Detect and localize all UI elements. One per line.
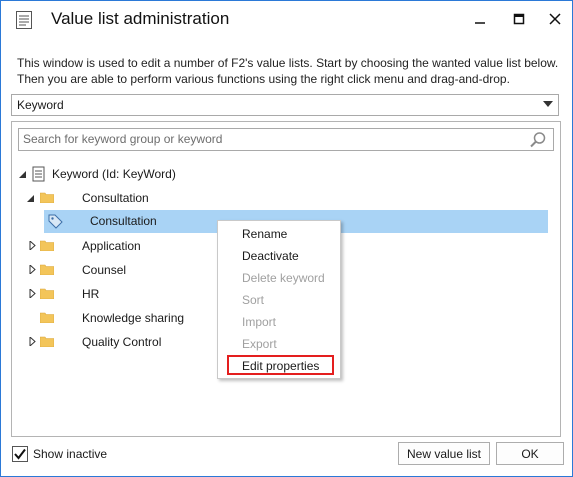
menu-item-export: Export (242, 337, 277, 351)
minimize-icon (475, 22, 485, 24)
intro-text: This window is used to edit a number of … (17, 55, 562, 87)
search-icon[interactable] (529, 131, 547, 149)
collapsed-arrow-icon[interactable] (28, 241, 37, 250)
collapsed-arrow-icon[interactable] (28, 337, 37, 346)
maximize-icon (513, 13, 525, 25)
folder-icon (40, 264, 54, 275)
window-title: Value list administration (51, 9, 230, 28)
ok-button[interactable]: OK (496, 442, 564, 465)
edit-properties-highlight (227, 355, 334, 375)
folder-icon (40, 288, 54, 299)
search-placeholder: Search for keyword group or keyword (23, 132, 223, 146)
tag-icon (48, 214, 63, 229)
dropdown-arrow-icon (543, 101, 553, 107)
menu-item-import: Import (242, 315, 277, 329)
value-list-window: Value list administration This window is… (0, 0, 573, 477)
show-inactive-checkbox[interactable] (12, 446, 28, 462)
folder-icon (40, 192, 54, 203)
folder-icon (40, 240, 54, 251)
menu-item-rename[interactable]: Rename (242, 227, 287, 241)
checkmark-icon (14, 448, 26, 460)
intro-line-2: Then you are able to perform various fun… (17, 72, 510, 86)
menu-item-sort: Sort (242, 293, 265, 307)
tree-item-label: Consultation (82, 191, 149, 205)
title-bar: Value list administration (1, 1, 572, 39)
folder-icon (40, 336, 54, 347)
value-list-selected: Keyword (17, 98, 64, 112)
document-list-icon (32, 166, 45, 182)
tree-item-label: Knowledge sharing (82, 311, 185, 325)
tree-item-consultation-group[interactable]: Consultation (12, 187, 552, 209)
menu-item-delete-keyword: Delete keyword (242, 271, 325, 285)
collapsed-arrow-icon[interactable] (28, 289, 37, 298)
expanded-arrow-icon[interactable] (26, 194, 35, 203)
tree-item-label: Application (82, 239, 141, 253)
show-inactive-label: Show inactive (33, 447, 108, 461)
tree-item-label: Consultation (90, 214, 157, 228)
folder-icon (40, 312, 54, 323)
tree-item-label: Counsel (82, 263, 127, 277)
collapsed-arrow-icon[interactable] (28, 265, 37, 274)
value-list-selector[interactable]: Keyword (11, 94, 559, 116)
close-icon (549, 13, 561, 25)
new-value-list-button[interactable]: New value list (398, 442, 490, 465)
tree-root-item[interactable]: Keyword (Id: KeyWord) (12, 163, 552, 185)
tree-item-label: Quality Control (82, 335, 162, 349)
tree-item-label: HR (82, 287, 100, 301)
intro-line-1: This window is used to edit a number of … (17, 56, 559, 70)
maximize-button[interactable] (506, 7, 532, 31)
menu-item-deactivate[interactable]: Deactivate (242, 249, 299, 263)
expanded-arrow-icon[interactable] (18, 170, 27, 179)
tree-root-label: Keyword (Id: KeyWord) (52, 167, 176, 181)
close-button[interactable] (542, 7, 568, 31)
minimize-button[interactable] (467, 7, 493, 31)
document-list-icon (16, 11, 32, 29)
search-input[interactable]: Search for keyword group or keyword (18, 128, 554, 151)
